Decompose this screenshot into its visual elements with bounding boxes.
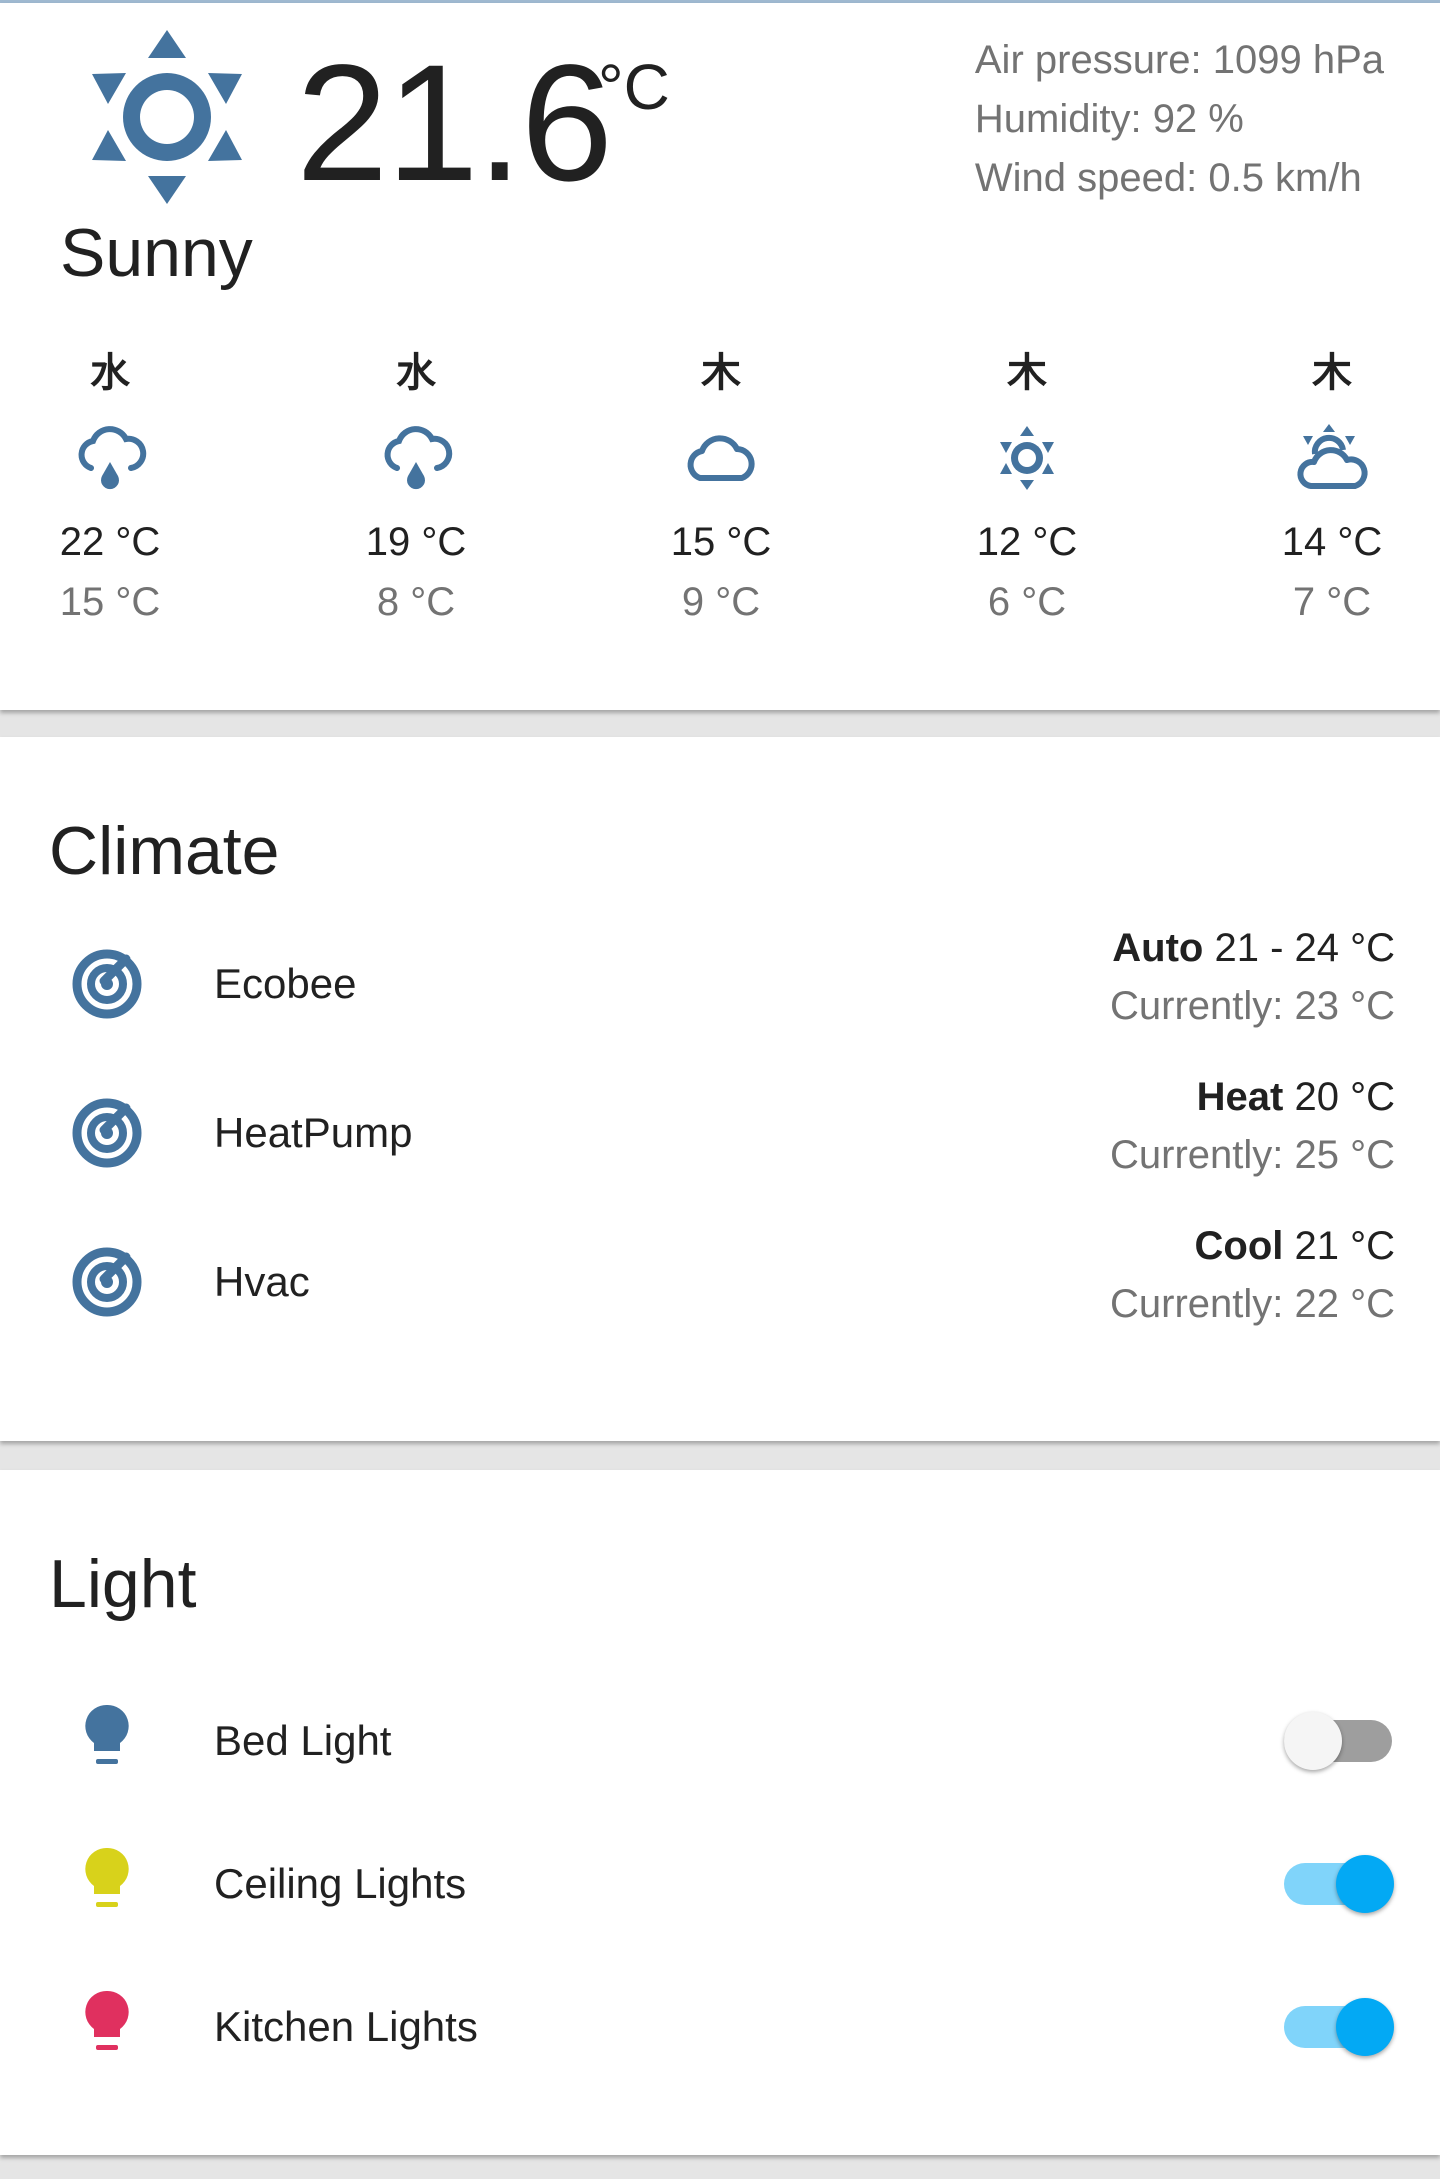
climate-state: Auto 21 - 24 °C Currently: 23 °C bbox=[1110, 919, 1395, 1035]
bed-light-toggle[interactable] bbox=[1284, 1706, 1394, 1776]
climate-name: Ecobee bbox=[214, 960, 357, 1007]
forecast-low: 7 °C bbox=[1292, 580, 1372, 624]
wind-speed: Wind speed: 0.5 km/h bbox=[974, 156, 1362, 200]
light-row-bed-light[interactable]: Bed Light bbox=[0, 1676, 1440, 1806]
sun-icon bbox=[92, 30, 242, 204]
partly-cloudy-icon bbox=[1297, 424, 1368, 489]
toggle-knob bbox=[1336, 1998, 1394, 2056]
forecast-high: 19 °C bbox=[365, 520, 467, 564]
weather-attributes: Air pressure: 1099 hPa Humidity: 92 % Wi… bbox=[975, 31, 1384, 208]
light-card: Light Bed Light Ceiling Lights Kitchen L… bbox=[0, 1470, 1440, 2155]
light-row-ceiling-lights[interactable]: Ceiling Lights bbox=[0, 1819, 1440, 1949]
forecast-low: 8 °C bbox=[376, 580, 456, 624]
climate-target: 21 °C bbox=[1294, 1224, 1396, 1268]
sun-icon bbox=[1000, 426, 1054, 490]
section-title: Light bbox=[49, 1546, 197, 1622]
forecast-high: 12 °C bbox=[976, 520, 1078, 564]
forecast-day: 水 22 °C 15 °C bbox=[0, 348, 220, 628]
forecast-day: 水 19 °C 8 °C bbox=[306, 348, 526, 628]
light-name: Ceiling Lights bbox=[214, 1860, 467, 1907]
forecast-day-label: 水 bbox=[90, 350, 130, 396]
light-name: Bed Light bbox=[214, 1717, 392, 1764]
current-temperature: 21.6 bbox=[296, 31, 613, 216]
rain-cloud-icon bbox=[78, 426, 147, 490]
climate-mode: Heat bbox=[1196, 1075, 1284, 1119]
lightbulb-icon bbox=[85, 1847, 129, 1907]
section-title: Climate bbox=[49, 813, 280, 889]
light-row-kitchen-lights[interactable]: Kitchen Lights bbox=[0, 1962, 1440, 2092]
weather-condition: Sunny bbox=[60, 215, 253, 291]
forecast-high: 22 °C bbox=[59, 520, 161, 564]
forecast: 水 22 °C 15 °C 水 19 °C 8 °C 木 15 °C 9 °C bbox=[0, 348, 1440, 658]
climate-row-ecobee[interactable]: Ecobee Auto 21 - 24 °C Currently: 23 °C bbox=[0, 919, 1440, 1049]
climate-state: Cool 21 °C Currently: 22 °C bbox=[1110, 1217, 1395, 1333]
climate-row-hvac[interactable]: Hvac Cool 21 °C Currently: 22 °C bbox=[0, 1217, 1440, 1347]
lightbulb-icon bbox=[85, 1990, 129, 2050]
cloud-icon bbox=[687, 435, 755, 481]
forecast-day-label: 木 bbox=[1007, 350, 1047, 396]
forecast-high: 14 °C bbox=[1281, 520, 1383, 564]
climate-name: HeatPump bbox=[214, 1109, 413, 1156]
thermostat-icon bbox=[72, 949, 142, 1019]
weather-card[interactable]: 21.6 °C Sunny Air pressure: 1099 hPa Hum… bbox=[0, 3, 1440, 710]
humidity: Humidity: 92 % bbox=[974, 97, 1244, 141]
climate-target: 21 - 24 °C bbox=[1214, 926, 1395, 970]
climate-card: Climate Ecobee Auto 21 - 24 °C Currently… bbox=[0, 737, 1440, 1441]
lightbulb-icon bbox=[85, 1704, 129, 1764]
forecast-day: 木 12 °C 6 °C bbox=[917, 348, 1137, 628]
forecast-day-label: 水 bbox=[396, 350, 436, 396]
forecast-low: 6 °C bbox=[987, 580, 1067, 624]
climate-current: Currently: 23 °C bbox=[1110, 984, 1395, 1028]
temperature-unit: °C bbox=[598, 51, 670, 123]
climate-mode: Cool bbox=[1194, 1224, 1284, 1268]
toggle-knob bbox=[1284, 1712, 1342, 1770]
climate-name: Hvac bbox=[214, 1258, 310, 1305]
forecast-day-label: 木 bbox=[1312, 350, 1352, 396]
kitchen-lights-toggle[interactable] bbox=[1284, 1992, 1394, 2062]
thermostat-icon bbox=[72, 1098, 142, 1168]
climate-mode: Auto bbox=[1112, 926, 1204, 970]
climate-target: 20 °C bbox=[1294, 1075, 1396, 1119]
air-pressure: Air pressure: 1099 hPa bbox=[974, 38, 1384, 82]
forecast-low: 9 °C bbox=[681, 580, 761, 624]
thermostat-icon bbox=[72, 1247, 142, 1317]
toggle-knob bbox=[1336, 1855, 1394, 1913]
forecast-day: 木 15 °C 9 °C bbox=[611, 348, 831, 628]
forecast-day-label: 木 bbox=[701, 350, 741, 396]
climate-row-heatpump[interactable]: HeatPump Heat 20 °C Currently: 25 °C bbox=[0, 1068, 1440, 1198]
forecast-day: 木 14 °C 7 °C bbox=[1222, 348, 1440, 628]
forecast-low: 15 °C bbox=[59, 580, 161, 624]
climate-current: Currently: 22 °C bbox=[1110, 1282, 1395, 1326]
ceiling-lights-toggle[interactable] bbox=[1284, 1849, 1394, 1919]
rain-cloud-icon bbox=[384, 426, 453, 490]
light-name: Kitchen Lights bbox=[214, 2003, 478, 2050]
climate-current: Currently: 25 °C bbox=[1110, 1133, 1395, 1177]
climate-state: Heat 20 °C Currently: 25 °C bbox=[1110, 1068, 1395, 1184]
forecast-high: 15 °C bbox=[670, 520, 772, 564]
